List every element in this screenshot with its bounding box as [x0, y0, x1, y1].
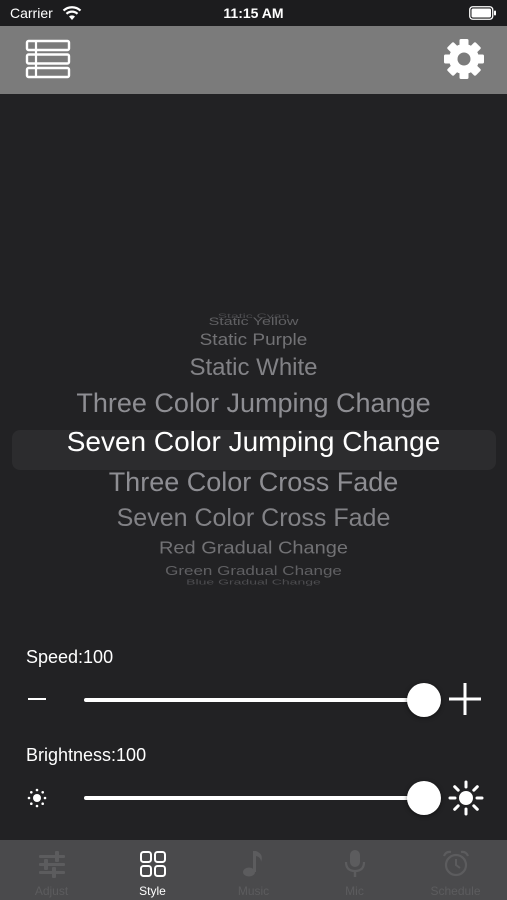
brightness-low-icon[interactable]: [26, 787, 48, 809]
brightness-slider-thumb[interactable]: [407, 781, 441, 815]
picker-item[interactable]: Static Purple: [0, 332, 507, 351]
picker-item[interactable]: Three Color Jumping Change: [0, 388, 507, 419]
picker-item[interactable]: Static Yellow: [0, 316, 507, 329]
tab-music[interactable]: Music: [203, 840, 304, 900]
sliders-icon: [39, 851, 65, 878]
alarm-clock-icon: [442, 850, 470, 877]
tab-label: Adjust: [34, 884, 69, 898]
picker-item[interactable]: Static White: [0, 354, 507, 382]
picker-item[interactable]: Three Color Cross Fade: [0, 467, 507, 498]
picker-item[interactable]: Seven Color Cross Fade: [0, 504, 507, 533]
tab-label: Schedule: [430, 884, 481, 898]
status-bar: Carrier 11:15 AM: [0, 0, 507, 26]
style-picker[interactable]: Static Cyan Static Yellow Static Purple …: [0, 300, 507, 590]
speed-label: Speed:100: [26, 647, 114, 667]
picker-item-selected[interactable]: Seven Color Jumping Change: [0, 426, 507, 458]
brightness-slider-track[interactable]: [84, 796, 416, 800]
picker-item[interactable]: Red Gradual Change: [0, 538, 507, 559]
tab-label: Style: [139, 884, 166, 898]
tab-schedule[interactable]: Schedule: [405, 840, 506, 900]
picker-item[interactable]: Blue Gradual Change: [0, 578, 507, 586]
tab-bar: Adjust Style Music Mic Schedule: [0, 840, 507, 900]
speed-slider-thumb[interactable]: [407, 683, 441, 717]
plus-icon[interactable]: [448, 682, 482, 716]
clock: 11:15 AM: [223, 5, 284, 21]
picker-item[interactable]: Green Gradual Change: [0, 564, 507, 579]
tab-adjust[interactable]: Adjust: [1, 840, 102, 900]
speed-slider-track[interactable]: [84, 698, 416, 702]
battery-icon: [469, 6, 496, 20]
brightness-label: Brightness:100: [26, 745, 147, 765]
tab-mic[interactable]: Mic: [304, 840, 405, 900]
tab-label: Music: [237, 884, 270, 898]
header-bar: [0, 26, 507, 94]
list-icon[interactable]: [25, 39, 71, 79]
tab-label: Mic: [345, 884, 364, 898]
brightness-high-icon[interactable]: [448, 780, 484, 816]
minus-icon[interactable]: [28, 698, 46, 700]
grid-icon: [140, 851, 166, 877]
tab-style[interactable]: Style: [102, 840, 203, 900]
music-note-icon: [243, 851, 262, 877]
gear-icon[interactable]: [443, 38, 485, 80]
microphone-icon: [344, 850, 366, 877]
